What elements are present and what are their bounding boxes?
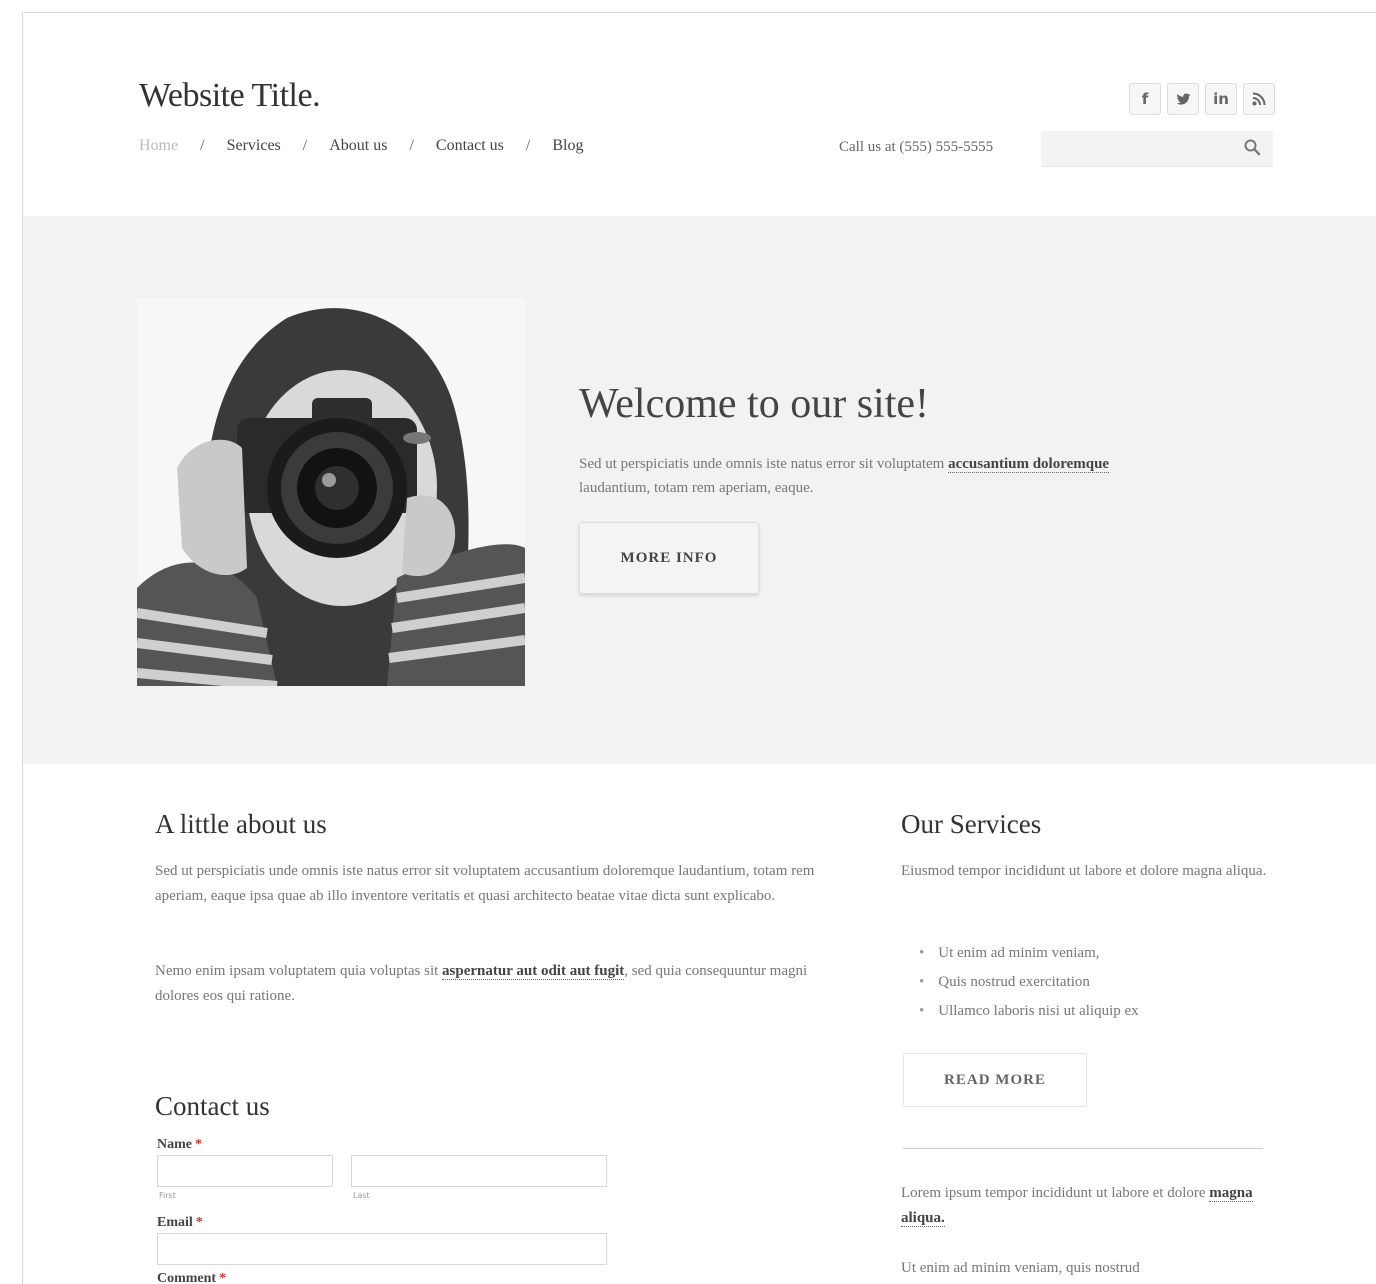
contact-title: Contact us [155,1091,270,1121]
divider [903,1148,1263,1149]
social-links: f in [1129,83,1275,115]
services-title: Our Services [901,809,1042,839]
nav-item-contact-us[interactable]: Contact us [436,137,504,155]
hero-text-part: laudantium, totam rem aperiam, eaque. [579,480,814,496]
list-item: Quis nostrud exercitation [919,968,1139,997]
about-text-part: Nemo enim ipsam voluptatem quia voluptas… [155,963,443,979]
required-mark: * [195,1137,202,1152]
site-title[interactable]: Website Title. [139,77,321,115]
hero-title: Welcome to our site! [579,381,930,427]
search-icon[interactable] [1243,138,1261,156]
search-input[interactable] [1041,131,1273,167]
rss-icon[interactable] [1243,83,1275,115]
email-label: Email * [157,1215,203,1231]
comment-label: Comment * [157,1271,226,1284]
services-text-2: Lorem ipsum tempor incididunt ut labore … [901,1181,1271,1231]
more-info-button[interactable]: MORE INFO [579,522,759,594]
facebook-icon[interactable]: f [1129,83,1161,115]
nav-item-blog[interactable]: Blog [552,137,583,155]
main-nav: Home / Services / About us / Contact us … [139,137,583,155]
first-name-field[interactable] [157,1155,333,1187]
linkedin-icon[interactable]: in [1205,83,1237,115]
list-item: Ullamco laboris nisi ut aliquip ex [919,997,1138,1026]
email-field[interactable] [157,1233,607,1265]
hero-section: Welcome to our site! Sed ut perspiciatis… [23,216,1376,764]
name-label-text: Name [157,1137,192,1152]
about-title: A little about us [155,809,327,839]
nav-separator: / [302,137,308,154]
nav-item-home[interactable]: Home [139,137,178,155]
hero-text-part: Sed ut perspiciatis unde omnis iste natu… [579,456,949,472]
required-mark: * [195,1215,203,1230]
services-text-part: Lorem ipsum tempor incididunt ut labore … [901,1185,1210,1201]
about-paragraph-1: Sed ut perspiciatis unde omnis iste natu… [155,863,815,904]
name-label: Name * [157,1137,202,1153]
page-frame: Website Title. f in Home / Services / Ab… [22,12,1376,1284]
read-more-button[interactable]: READ MORE [903,1053,1087,1107]
email-label-text: Email [157,1215,193,1230]
nav-separator: / [525,137,531,154]
call-us-text: Call us at (555) 555-5555 [839,139,994,155]
comment-label-text: Comment [157,1271,217,1284]
services-text-3: Ut enim ad minim veniam, quis nostrud [901,1260,1140,1276]
hero-text-link[interactable]: accusantium doloremque [948,456,1110,473]
hero-text: Sed ut perspiciatis unde omnis iste natu… [579,452,1159,500]
about-paragraph-2: Nemo enim ipsam voluptatem quia voluptas… [155,959,815,1009]
hero-photo [137,298,525,686]
services-intro: Eiusmod tempor incididunt ut labore et d… [901,863,1267,879]
nav-item-services[interactable]: Services [227,137,281,155]
list-item: Ut enim ad minim veniam, [919,939,1139,968]
required-mark: * [219,1271,227,1284]
nav-item-about-us[interactable]: About us [329,137,387,155]
about-text-link[interactable]: aspernatur aut odit aut fugit [442,963,625,980]
last-name-field[interactable] [351,1155,607,1187]
first-sublabel: First [159,1191,176,1200]
twitter-icon[interactable] [1167,83,1199,115]
services-list: Ut enim ad minim veniam, Quis nostrud ex… [919,939,1139,1026]
last-sublabel: Last [353,1191,370,1200]
nav-separator: / [409,137,414,154]
nav-separator: / [200,137,205,154]
